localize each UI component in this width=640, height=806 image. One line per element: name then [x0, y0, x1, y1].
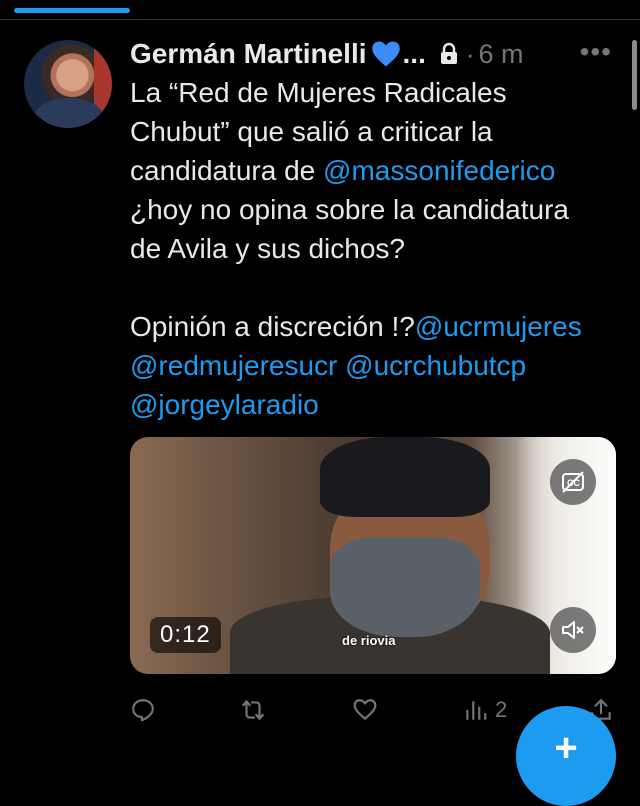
tweet-text: La “Red de Mujeres Radicales Chubut” que…: [130, 73, 630, 424]
reply-button[interactable]: [130, 690, 156, 730]
name-ellipsis: ...: [402, 38, 426, 69]
video-person-hair: [320, 437, 490, 517]
retweet-icon: [242, 700, 264, 720]
mute-button[interactable]: [550, 607, 596, 653]
video-person-mask: [330, 537, 480, 637]
text-line: de Avila y sus dichos?: [130, 233, 405, 264]
plus-icon: +: [554, 726, 578, 770]
tweet-header: Germán Martinelli ... · 6 m: [130, 34, 620, 74]
views-count: 2: [495, 697, 508, 722]
captions-button[interactable]: CC: [550, 459, 596, 505]
mention-link[interactable]: @ucrchubutcp: [345, 350, 526, 381]
text-line: Chubut” que salió a criticar la: [130, 116, 493, 147]
tweet-time[interactable]: 6 m: [479, 39, 524, 70]
reply-icon: [132, 699, 154, 722]
views-icon: [466, 701, 487, 720]
mention-link[interactable]: @ucrmujeres: [415, 311, 582, 342]
text-line: Opinión a discreción !?@ucrmujeres: [130, 307, 630, 346]
header-divider: [0, 19, 640, 20]
active-tab-indicator: [14, 8, 130, 13]
views-button[interactable]: 2: [463, 690, 507, 730]
text-line: candidatura de @massonifederico: [130, 151, 630, 190]
text-line: La “Red de Mujeres Radicales: [130, 77, 507, 108]
retweet-button[interactable]: [240, 690, 266, 730]
text-segment: Opinión a discreción !?: [130, 311, 415, 342]
more-options-icon[interactable]: •••: [580, 38, 612, 66]
author-name[interactable]: Germán Martinelli: [130, 38, 367, 70]
compose-button[interactable]: +: [516, 706, 616, 806]
mention-link[interactable]: @massonifederico: [323, 155, 555, 186]
captions-off-icon: CC: [562, 471, 584, 493]
text-segment: candidatura de: [130, 155, 324, 186]
avatar[interactable]: [24, 40, 112, 128]
text-line: @jorgeylaradio: [130, 385, 630, 424]
video-caption: de riovia: [342, 633, 396, 648]
text-line: @redmujeresucr @ucrchubutcp: [130, 346, 630, 385]
video-player[interactable]: de riovia 0:12 CC: [130, 437, 616, 674]
video-duration: 0:12: [150, 617, 221, 653]
separator-dot: ·: [465, 38, 475, 69]
lock-icon: [440, 42, 457, 64]
speaker-muted-icon: [562, 621, 584, 639]
scrollbar[interactable]: [632, 40, 637, 110]
mention-link[interactable]: @redmujeresucr: [130, 350, 337, 381]
blue-heart-icon: [371, 41, 400, 67]
mention-link[interactable]: @jorgeylaradio: [130, 389, 319, 420]
like-button[interactable]: [352, 690, 378, 730]
heart-icon: [353, 699, 377, 720]
text-line: ¿hoy no opina sobre la candidatura: [130, 194, 569, 225]
